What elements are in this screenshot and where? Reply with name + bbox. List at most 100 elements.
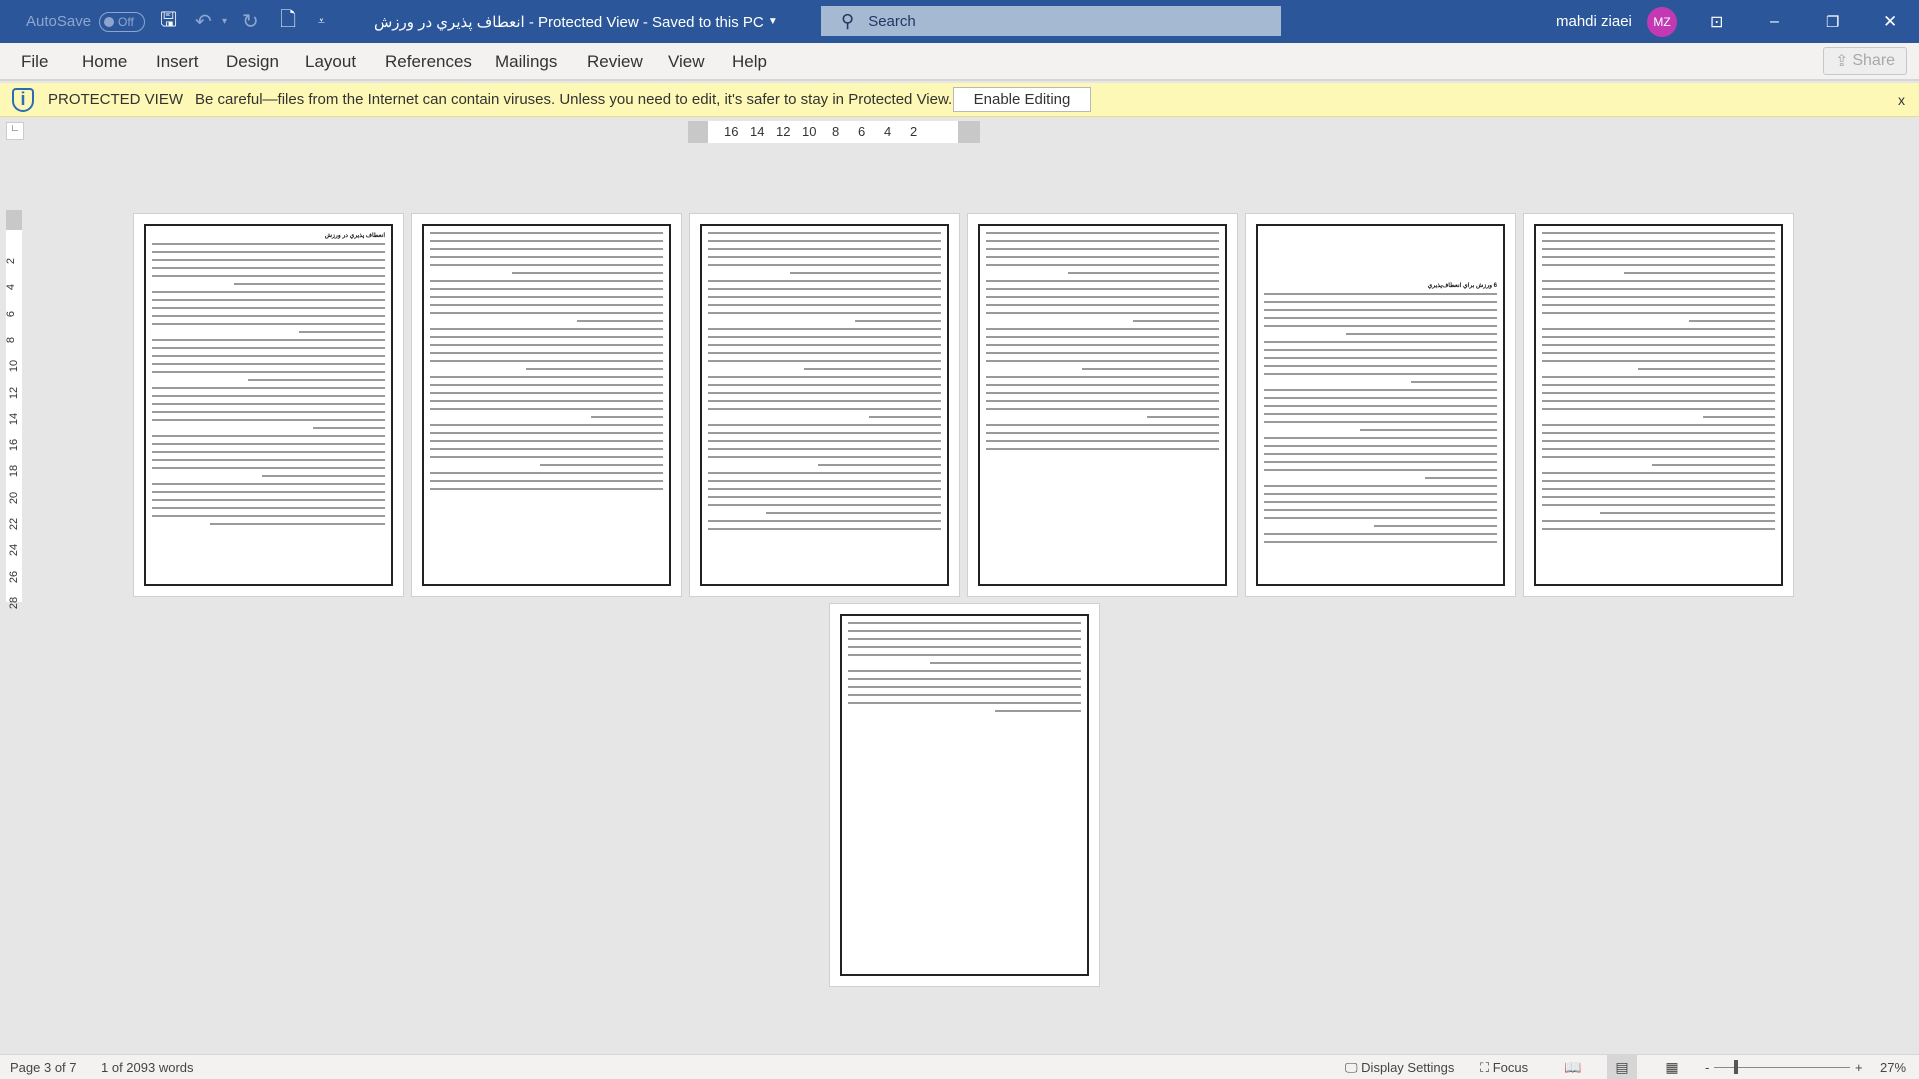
text-line	[848, 638, 1081, 640]
autosave-switch[interactable]: Off	[99, 11, 146, 32]
customize-toolbar-icon[interactable]: ⩡	[318, 0, 325, 43]
text-line	[848, 670, 1081, 672]
tab-layout[interactable]: Layout	[305, 52, 356, 72]
text-line	[708, 472, 941, 474]
text-line	[803, 368, 941, 370]
page-thumbnail[interactable]: 6 ورزش براي انعطاف‌پذيري	[1245, 213, 1516, 597]
text-line	[1542, 264, 1775, 266]
text-line	[1264, 453, 1497, 455]
page-thumbnail[interactable]	[411, 213, 682, 597]
undo-icon[interactable]: ↶	[195, 0, 212, 43]
text-line	[152, 515, 385, 517]
text-line	[986, 304, 1219, 306]
page-thumbnail[interactable]	[1523, 213, 1794, 597]
tab-help[interactable]: Help	[732, 52, 767, 72]
tab-file[interactable]: File	[21, 52, 48, 72]
text-line	[1132, 320, 1219, 322]
autosave-toggle[interactable]: AutoSave Off	[26, 0, 146, 43]
page-thumbnail[interactable]	[689, 213, 960, 597]
page-thumbnail[interactable]	[829, 603, 1100, 987]
text-line	[1542, 376, 1775, 378]
minimize-icon[interactable]: –	[1770, 0, 1779, 43]
text-line	[152, 243, 385, 245]
zoom-in-icon[interactable]: +	[1855, 1060, 1863, 1075]
print-layout-icon[interactable]: ▤	[1607, 1055, 1637, 1079]
avatar[interactable]: MZ	[1647, 6, 1677, 37]
read-mode-icon[interactable]: 📖	[1558, 1055, 1588, 1079]
text-line	[152, 259, 385, 261]
zoom-slider-thumb[interactable]	[1734, 1060, 1738, 1074]
focus-button[interactable]: ⛶ Focus	[1480, 1060, 1528, 1076]
tab-mailings[interactable]: Mailings	[495, 52, 557, 72]
text-line	[152, 387, 385, 389]
text-line	[1264, 413, 1497, 415]
text-line	[1345, 333, 1497, 335]
text-line	[708, 264, 941, 266]
text-line	[848, 622, 1081, 624]
tab-view[interactable]: View	[668, 52, 705, 72]
text-line	[1688, 320, 1775, 322]
text-line	[1542, 240, 1775, 242]
text-line	[1542, 504, 1775, 506]
title-bar: AutoSave Off 🖫 ↶ ▾ ↻ 🗋 ⩡ انعطاف پذيري در …	[0, 0, 1919, 43]
title-dropdown-icon: ▼	[767, 16, 778, 27]
page-thumbnail[interactable]: انعطاف پذيري در ورزش	[133, 213, 404, 597]
text-line	[986, 408, 1219, 410]
word-count[interactable]: 1 of 2093 words	[101, 1060, 194, 1075]
tab-insert[interactable]: Insert	[156, 52, 199, 72]
text-line	[986, 256, 1219, 258]
text-line	[430, 360, 663, 362]
search-box[interactable]: ⚲ Search	[821, 6, 1281, 36]
user-name[interactable]: mahdi ziaei	[1556, 0, 1632, 43]
horizontal-ruler[interactable]: 16 14 12 10 8 6 4 2	[688, 121, 980, 143]
text-line	[994, 710, 1081, 712]
page-thumbnail[interactable]	[967, 213, 1238, 597]
tab-home[interactable]: Home	[82, 52, 127, 72]
text-line	[430, 344, 663, 346]
vertical-ruler[interactable]: 2 4 6 8 10 12 14 16 18 20 22 24 26 28	[5, 210, 22, 609]
text-line	[152, 323, 385, 325]
text-line	[986, 352, 1219, 354]
text-line	[708, 288, 941, 290]
close-icon[interactable]: ✕	[1883, 0, 1897, 43]
text-line	[210, 523, 385, 525]
ruler-tick: 16	[8, 438, 21, 452]
tab-review[interactable]: Review	[587, 52, 643, 72]
tab-references[interactable]: References	[385, 52, 472, 72]
text-line	[708, 328, 941, 330]
ruler-tick: 8	[5, 336, 18, 343]
page-border: انعطاف پذيري در ورزش	[144, 224, 393, 586]
save-icon[interactable]: 🖫	[160, 0, 177, 43]
tab-design[interactable]: Design	[226, 52, 279, 72]
text-line	[708, 240, 941, 242]
text-line	[1264, 485, 1497, 487]
text-line	[152, 419, 385, 421]
text-line	[986, 360, 1219, 362]
text-line	[708, 344, 941, 346]
document-title[interactable]: انعطاف پذيري در ورزش - Protected View - …	[374, 0, 778, 43]
share-button[interactable]: ⇪ Share	[1823, 47, 1907, 75]
close-bar-icon[interactable]: x	[1898, 92, 1905, 108]
text-line	[430, 256, 663, 258]
redo-icon[interactable]: ↻	[242, 0, 259, 43]
text-line	[1542, 336, 1775, 338]
tab-selector[interactable]: ∟	[6, 122, 24, 140]
zoom-out-icon[interactable]: -	[1705, 1060, 1709, 1075]
display-settings-button[interactable]: 🖵 Display Settings	[1345, 1060, 1454, 1076]
restore-icon[interactable]: ❐	[1826, 0, 1839, 43]
page-border	[978, 224, 1227, 586]
undo-dropdown-icon[interactable]: ▾	[222, 0, 227, 43]
text-line	[708, 400, 941, 402]
enable-editing-button[interactable]: Enable Editing	[953, 87, 1091, 112]
text-line	[708, 440, 941, 442]
text-line	[312, 427, 385, 429]
ribbon-display-options-icon[interactable]: ⊡	[1710, 0, 1723, 43]
web-layout-icon[interactable]: ▦	[1657, 1055, 1687, 1079]
zoom-level[interactable]: 27%	[1880, 1060, 1906, 1075]
text-line	[1264, 501, 1497, 503]
text-line	[708, 312, 941, 314]
new-document-icon[interactable]: 🗋	[280, 0, 296, 43]
text-line	[708, 424, 941, 426]
text-line	[430, 472, 663, 474]
page-count[interactable]: Page 3 of 7	[10, 1060, 77, 1075]
